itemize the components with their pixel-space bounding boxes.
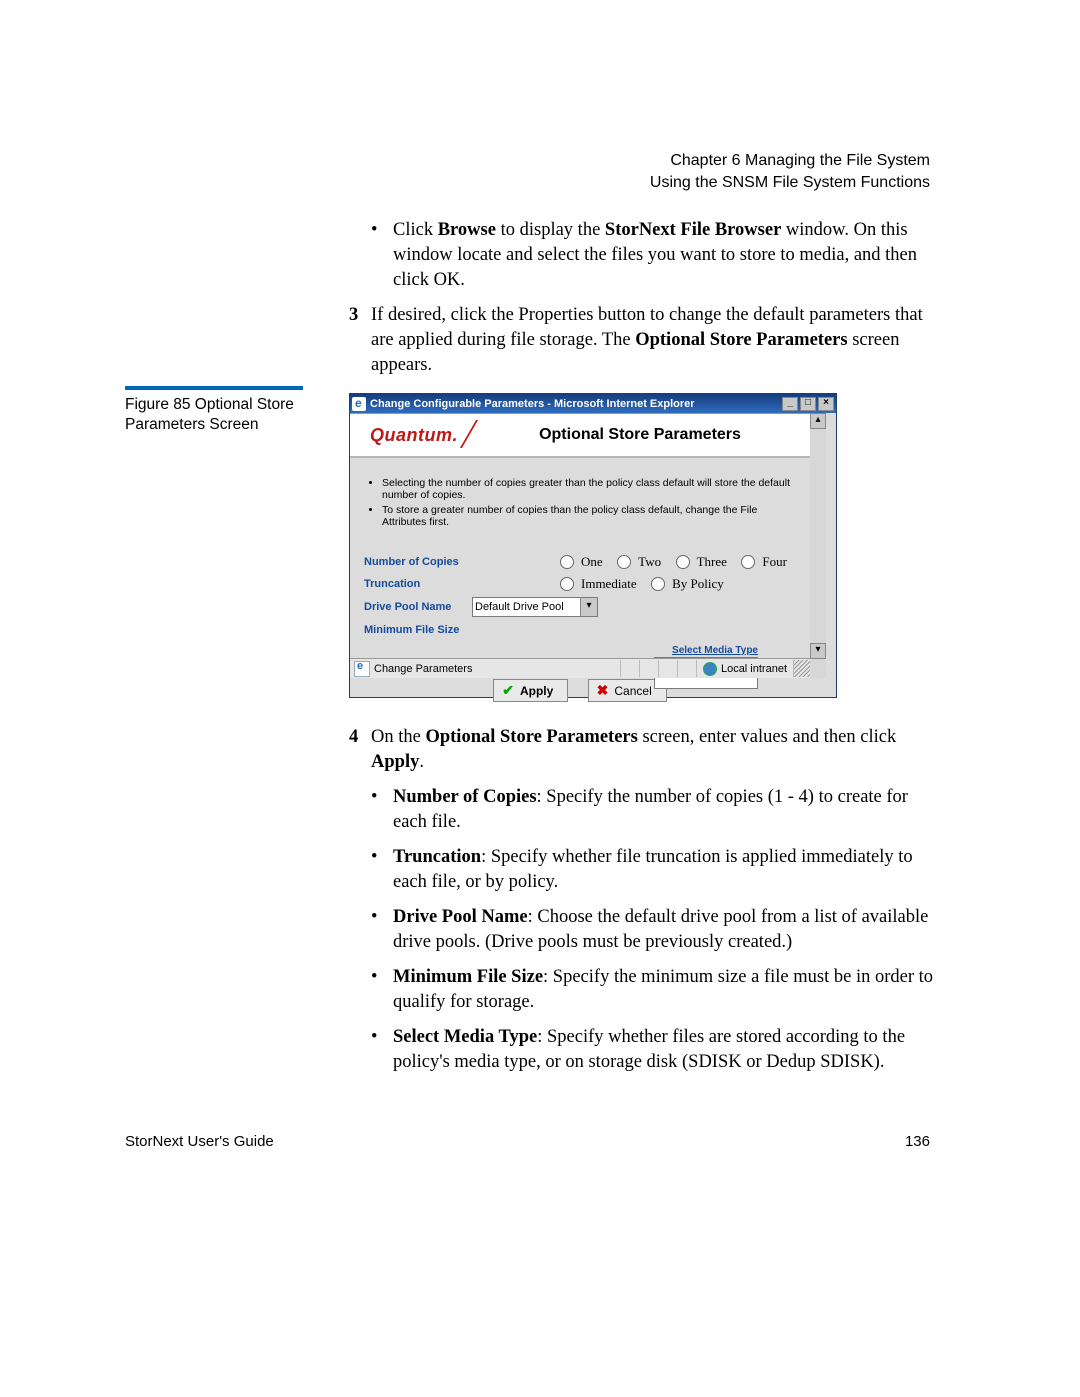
- chapter-line: Chapter 6 Managing the File System: [650, 150, 930, 172]
- form-area: Number of Copies One Two Three Four Trun…: [350, 545, 810, 702]
- maximize-button[interactable]: □: [800, 397, 816, 411]
- drive-pool-select[interactable]: Default Drive Pool: [472, 597, 598, 617]
- page-number: 136: [905, 1133, 930, 1150]
- status-cell: [658, 660, 677, 677]
- scroll-down-button[interactable]: ▾: [810, 643, 826, 659]
- radio-three[interactable]: [676, 555, 690, 569]
- step-3-text: If desired, click the Properties button …: [371, 303, 934, 378]
- apply-button[interactable]: ✔ Apply: [493, 679, 568, 702]
- step-3-number: 3: [349, 303, 371, 378]
- bullet-browse: Click Browse to display the StorNext Fil…: [393, 218, 934, 293]
- label-truncation: Truncation: [364, 578, 472, 590]
- bullet-drive-pool: Drive Pool Name: Choose the default driv…: [393, 905, 934, 955]
- copies-radios: One Two Three Four: [560, 554, 787, 570]
- step-4-number: 4: [349, 725, 371, 775]
- status-text: Change Parameters: [374, 663, 472, 675]
- window-title: Change Configurable Parameters - Microso…: [370, 398, 695, 410]
- close-button[interactable]: ×: [818, 397, 834, 411]
- check-icon: ✔: [502, 682, 514, 699]
- step-4-text: On the Optional Store Parameters screen,…: [371, 725, 934, 775]
- bullet-min-size: Minimum File Size: Specify the minimum s…: [393, 965, 934, 1015]
- notes-list: Selecting the number of copies greater t…: [350, 469, 810, 535]
- security-zone: Local intranet: [696, 660, 793, 677]
- status-cell: [677, 660, 696, 677]
- x-icon: ✖: [597, 682, 609, 699]
- ie-icon: [352, 397, 366, 411]
- bullet-icon: •: [371, 218, 393, 293]
- minimize-button[interactable]: _: [782, 397, 798, 411]
- bullet-number-copies: Number of Copies: Specify the number of …: [393, 785, 934, 835]
- page-header: Chapter 6 Managing the File System Using…: [650, 150, 930, 193]
- status-bar: Change Parameters Local intranet: [350, 658, 810, 678]
- brand-slash-icon: [464, 422, 482, 448]
- radio-bypolicy[interactable]: [651, 577, 665, 591]
- radio-two[interactable]: [617, 555, 631, 569]
- resize-grip-icon[interactable]: [793, 660, 810, 677]
- truncation-radios: Immediate By Policy: [560, 576, 724, 592]
- status-cell: [639, 660, 658, 677]
- bullet-truncation: Truncation: Specify whether file truncat…: [393, 845, 934, 895]
- drive-pool-value: Default Drive Pool: [475, 601, 564, 613]
- banner: Quantum. Optional Store Parameters: [350, 414, 810, 458]
- section-line: Using the SNSM File System Functions: [650, 172, 930, 194]
- scroll-up-button[interactable]: ▴: [810, 413, 826, 429]
- radio-immediate[interactable]: [560, 577, 574, 591]
- bullet-select-media-type: Select Media Type: Specify whether files…: [393, 1025, 934, 1075]
- radio-four[interactable]: [741, 555, 755, 569]
- globe-icon: [703, 662, 717, 676]
- select-media-type-label: Select Media Type: [672, 645, 758, 656]
- figure-rule: [125, 386, 303, 390]
- banner-title: Optional Store Parameters: [482, 426, 798, 444]
- note-1: Selecting the number of copies greater t…: [382, 477, 792, 501]
- status-cell: [620, 660, 639, 677]
- body-column-bottom: 4 On the Optional Store Parameters scree…: [349, 725, 934, 1085]
- status-ie-icon: [354, 661, 370, 677]
- page: Chapter 6 Managing the File System Using…: [0, 0, 1080, 1397]
- label-min-size: Minimum File Size: [364, 624, 472, 636]
- footer-title: StorNext User's Guide: [125, 1133, 274, 1150]
- brand-logo: Quantum.: [370, 425, 458, 446]
- note-2: To store a greater number of copies than…: [382, 504, 792, 528]
- window-titlebar[interactable]: Change Configurable Parameters - Microso…: [350, 394, 836, 413]
- figure-caption: Figure 85 Optional Store Parameters Scre…: [125, 395, 315, 435]
- label-copies: Number of Copies: [364, 556, 472, 568]
- body-column-top: • Click Browse to display the StorNext F…: [349, 218, 934, 388]
- radio-one[interactable]: [560, 555, 574, 569]
- screenshot-window: Change Configurable Parameters - Microso…: [349, 393, 837, 698]
- label-drive-pool: Drive Pool Name: [364, 601, 472, 613]
- client-area: ▴ ▾ Quantum. Optional Store Parameters S…: [350, 413, 826, 678]
